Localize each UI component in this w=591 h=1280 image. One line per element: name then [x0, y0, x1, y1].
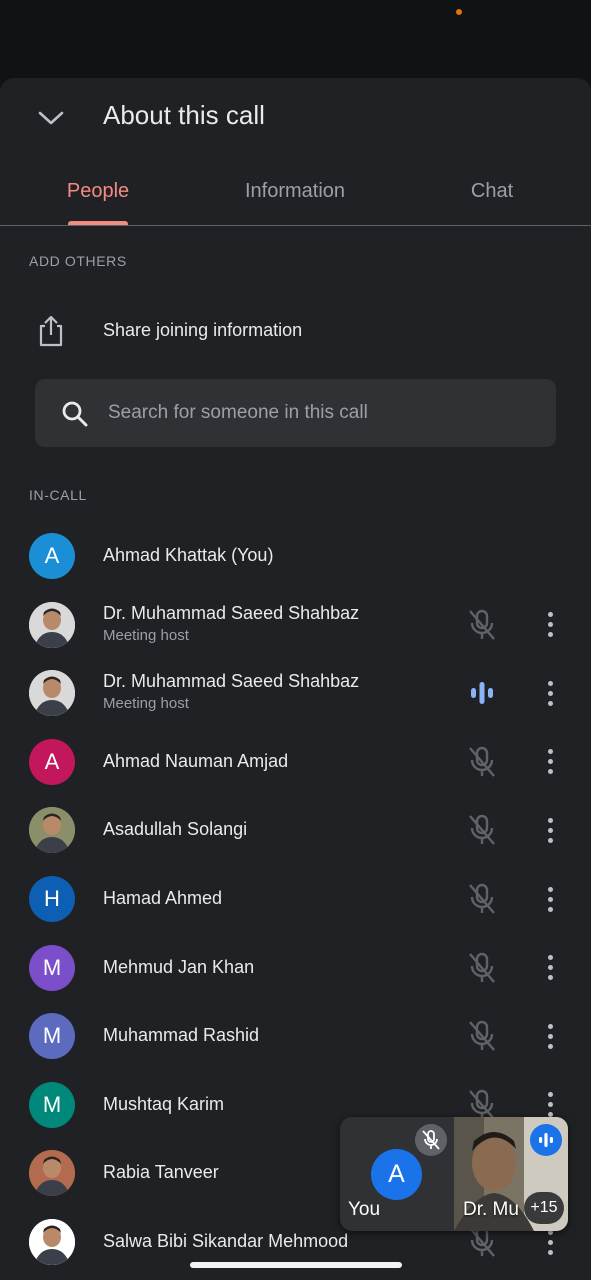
more-options-icon[interactable] — [537, 1018, 563, 1054]
participant-row[interactable]: A Ahmad Khattak (You) — [0, 522, 591, 590]
chevron-down-icon — [38, 111, 64, 125]
avatar: H — [29, 876, 75, 922]
avatar — [29, 670, 75, 717]
participant-row[interactable]: H Hamad Ahmed — [0, 865, 591, 933]
mic-off-icon — [469, 609, 495, 640]
add-others-heading: ADD OTHERS — [29, 253, 127, 269]
participant-row[interactable]: M Mehmud Jan Khan — [0, 934, 591, 1002]
profile-photo — [29, 1219, 75, 1265]
search-icon — [62, 401, 88, 427]
about-call-sheet: About this call People Information Chat … — [0, 78, 591, 1280]
share-icon — [39, 315, 63, 347]
avatar: A — [29, 533, 75, 579]
more-options-icon[interactable] — [537, 675, 563, 711]
audio-levels-icon — [539, 1133, 553, 1147]
mute-status — [466, 608, 498, 642]
self-muted-indicator — [415, 1124, 447, 1156]
more-participants-badge: +15 — [524, 1192, 564, 1224]
participant-name: Muhammad Rashid — [103, 1025, 260, 1046]
mic-off-icon — [469, 815, 495, 846]
participant-row[interactable]: Dr. Muhammad Saeed Shahbaz Meeting host — [0, 591, 591, 659]
profile-photo — [29, 601, 75, 648]
call-preview-pip[interactable]: A You Dr. Mu +15 — [340, 1117, 568, 1231]
status-area — [0, 0, 591, 78]
avatar — [29, 807, 75, 854]
profile-photo — [29, 1150, 75, 1197]
participant-name: Rabia Tanveer — [103, 1162, 219, 1183]
more-options-icon[interactable] — [537, 744, 563, 780]
participant-row[interactable]: M Muhammad Rashid — [0, 1002, 591, 1070]
self-avatar: A — [371, 1149, 422, 1200]
mic-off-icon — [469, 746, 495, 777]
participant-name: Dr. Muhammad Saeed Shahbaz — [103, 602, 360, 623]
participant-name: Mushtaq Karim — [103, 1093, 225, 1114]
collapse-button[interactable] — [30, 98, 72, 138]
more-options-icon[interactable] — [537, 881, 563, 917]
audio-levels-icon — [471, 682, 493, 705]
speaking-indicator — [466, 676, 498, 710]
avatar — [29, 1219, 75, 1265]
search-input[interactable] — [108, 397, 538, 429]
mute-status — [466, 951, 498, 985]
share-joining-info-button[interactable]: Share joining information — [0, 298, 591, 364]
remote-tile-label: Dr. Mu — [463, 1199, 519, 1220]
avatar-initial: H — [44, 886, 60, 911]
avatar-initial: M — [42, 1023, 62, 1049]
avatar — [29, 1150, 75, 1197]
participant-row[interactable]: A Ahmad Nauman Amjad — [0, 728, 591, 796]
more-options-icon[interactable] — [537, 607, 563, 643]
mic-off-icon — [469, 883, 495, 914]
mute-status — [466, 1019, 498, 1053]
remote-video-tile[interactable]: Dr. Mu +15 — [454, 1117, 568, 1231]
participant-role: Meeting host — [103, 695, 189, 713]
mute-status — [466, 745, 498, 779]
avatar: M — [29, 1081, 75, 1128]
share-joining-info-label: Share joining information — [103, 320, 303, 340]
mic-off-icon — [422, 1130, 440, 1150]
profile-photo — [29, 670, 75, 717]
self-tile-label: You — [348, 1199, 381, 1220]
home-indicator[interactable] — [190, 1262, 402, 1268]
participant-name: Ahmad Khattak (You) — [103, 545, 274, 565]
mute-status — [466, 813, 498, 847]
avatar: M — [29, 1013, 75, 1060]
participant-role: Meeting host — [103, 626, 189, 644]
avatar-initial: A — [44, 543, 60, 568]
page-title: About this call — [103, 100, 265, 130]
participant-name: Dr. Muhammad Saeed Shahbaz — [103, 671, 360, 692]
mute-status — [466, 882, 498, 916]
in-call-heading: IN-CALL — [29, 487, 87, 503]
participant-name: Hamad Ahmed — [103, 888, 223, 908]
participant-name: Ahmad Nauman Amjad — [103, 750, 289, 771]
avatar-initial: A — [44, 748, 60, 774]
profile-photo — [29, 807, 75, 854]
avatar — [29, 601, 75, 648]
more-options-icon[interactable] — [537, 812, 563, 848]
avatar: M — [29, 944, 75, 991]
search-field[interactable] — [35, 379, 556, 447]
remote-speaking-indicator — [530, 1124, 562, 1156]
participant-row[interactable]: Dr. Muhammad Saeed Shahbaz Meeting host — [0, 659, 591, 727]
avatar-initial: M — [42, 1091, 62, 1117]
avatar-initial: M — [42, 954, 62, 980]
more-options-icon[interactable] — [537, 950, 563, 986]
participant-name: Mehmud Jan Khan — [103, 956, 255, 977]
mic-off-icon — [469, 1020, 495, 1051]
participant-name: Asadullah Solangi — [103, 819, 248, 840]
self-tile[interactable]: A You — [340, 1117, 454, 1231]
camera-indicator-icon — [456, 9, 462, 15]
participant-row[interactable]: Asadullah Solangi — [0, 796, 591, 864]
tab-bar: People Information Chat — [0, 168, 591, 226]
avatar: A — [29, 738, 75, 785]
tab-information[interactable]: Information — [220, 180, 370, 203]
active-tab-indicator — [68, 221, 128, 225]
participant-name: Salwa Bibi Sikandar Mehmood — [103, 1231, 349, 1251]
mic-off-icon — [469, 952, 495, 983]
tab-chat[interactable]: Chat — [440, 180, 544, 203]
tab-people[interactable]: People — [50, 180, 146, 203]
